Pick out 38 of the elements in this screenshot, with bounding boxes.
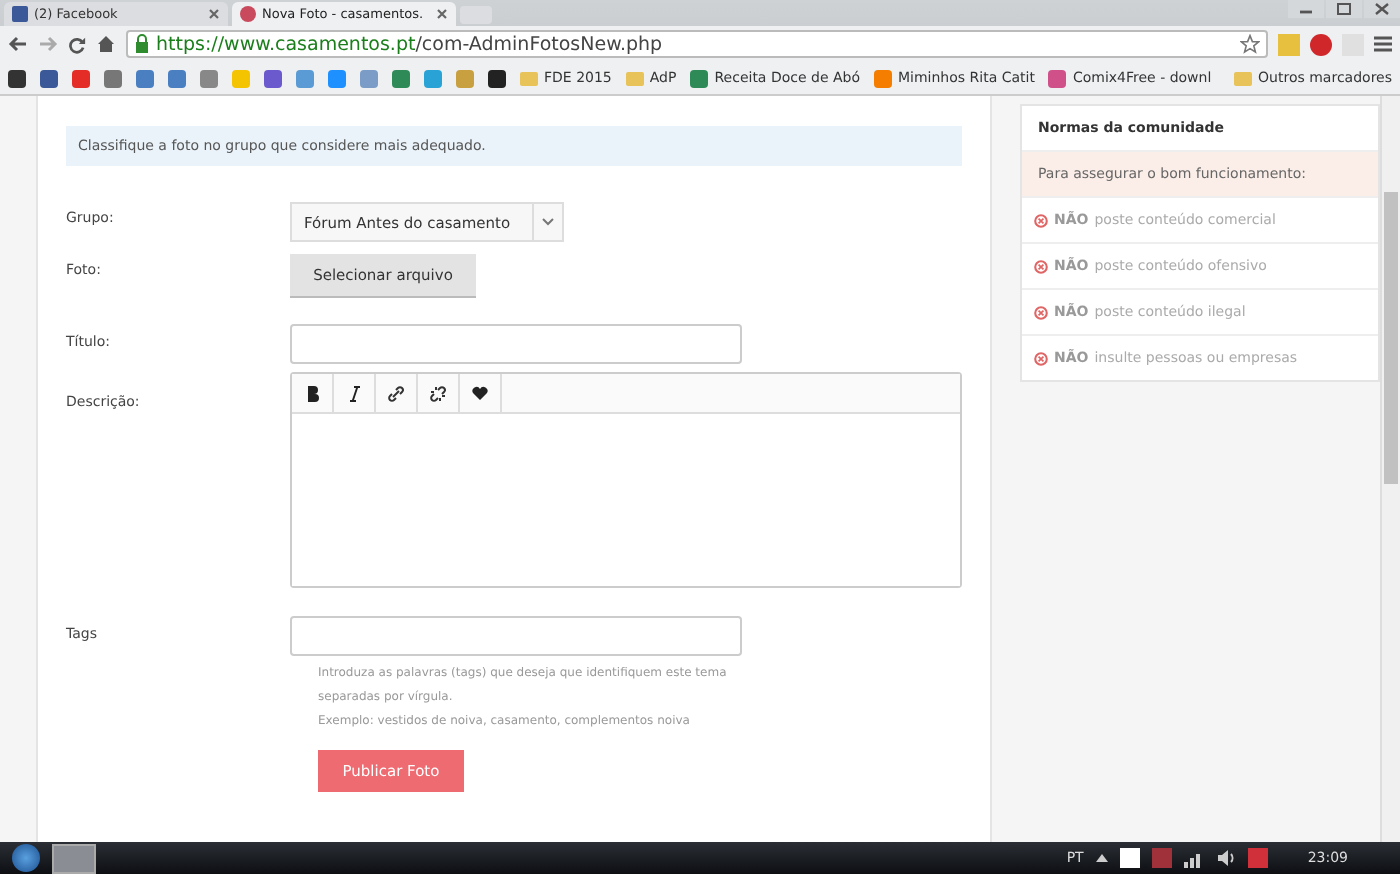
- favicon-icon: [12, 6, 28, 22]
- text-input-field[interactable]: [290, 324, 742, 364]
- close-circle-icon: [1034, 351, 1048, 365]
- bookmark-icon[interactable]: [488, 69, 506, 87]
- taskbar-app-icon[interactable]: [52, 843, 96, 873]
- scrollbar[interactable]: [1380, 96, 1400, 842]
- text-input-field[interactable]: [290, 616, 742, 656]
- heart-icon: [472, 386, 488, 400]
- bookmark-icon[interactable]: [40, 69, 58, 87]
- close-circle-icon: [1034, 259, 1048, 273]
- star-icon[interactable]: [1240, 34, 1260, 54]
- close-icon[interactable]: [1364, 0, 1400, 18]
- start-button[interactable]: [12, 844, 40, 872]
- close-icon[interactable]: [436, 8, 448, 20]
- bold-icon: [305, 385, 319, 401]
- address-bar[interactable]: https://www.casamentos.pt/com-AdminFotosNew.php: [126, 30, 1268, 58]
- caret-icon: [542, 218, 554, 226]
- close-icon[interactable]: [208, 8, 220, 20]
- close-circle-icon: [1034, 213, 1048, 227]
- tray-arrow-icon[interactable]: [1095, 854, 1108, 862]
- tray-app-icon[interactable]: [1247, 848, 1268, 868]
- favicon-icon: [240, 6, 256, 22]
- close-circle-icon: [1034, 305, 1048, 319]
- home-icon[interactable]: [96, 34, 116, 54]
- tray-app-icon[interactable]: [1151, 848, 1172, 868]
- link-icon: [388, 385, 404, 401]
- italic-icon: [348, 385, 360, 401]
- maximize-icon[interactable]: [1326, 0, 1362, 18]
- lock-icon: [134, 34, 150, 54]
- scrollbar-thumb[interactable]: [1384, 192, 1398, 484]
- speaker-icon[interactable]: [1215, 848, 1236, 868]
- signal-icon[interactable]: [1183, 848, 1204, 868]
- menu-icon[interactable]: [1374, 36, 1392, 52]
- minimize-icon[interactable]: [1288, 0, 1324, 18]
- unlink-icon: [430, 385, 446, 401]
- back-icon[interactable]: [8, 36, 28, 52]
- bookmark-icon[interactable]: [8, 69, 26, 87]
- reload-icon[interactable]: [68, 35, 86, 53]
